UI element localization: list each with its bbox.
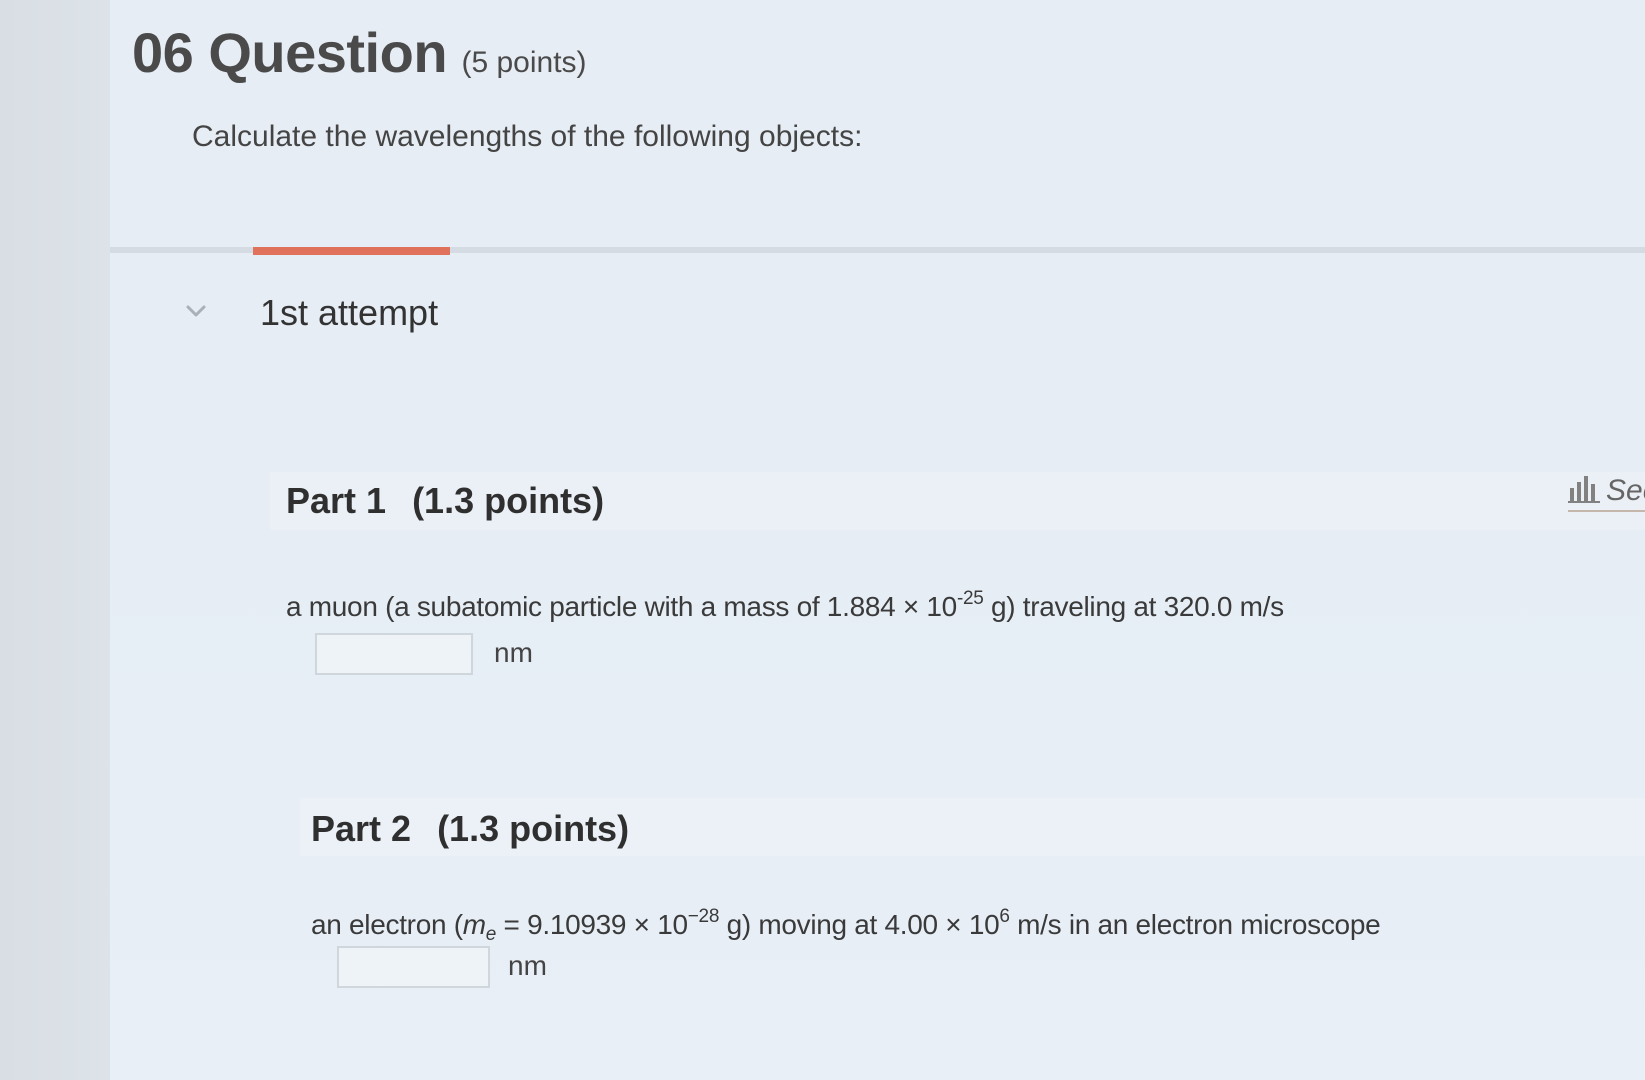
part-1-points: (1.3 points): [412, 480, 605, 521]
part-2-subscript: e: [485, 924, 497, 945]
part-2-unit: nm: [508, 950, 547, 981]
part-2-label: Part 2: [311, 808, 412, 849]
part-1-title: Part 1 (1.3 points): [286, 480, 604, 522]
part-2-points: (1.3 points): [437, 808, 630, 849]
part-1-exponent: -25: [956, 588, 984, 609]
part-1-unit: nm: [494, 637, 533, 668]
part-1-answer-input[interactable]: [315, 633, 473, 675]
chevron-down-icon[interactable]: [185, 300, 207, 322]
part-2-title: Part 2 (1.3 points): [311, 808, 629, 850]
attempt-label[interactable]: 1st attempt: [260, 292, 438, 334]
question-header: 06 Question (5 points): [132, 20, 587, 85]
part-1-text-post: g) traveling at 320.0 m/s: [983, 591, 1284, 622]
part-2-symbol: m: [462, 909, 486, 940]
part-2-text-post: m/s in an electron microscope: [1009, 909, 1381, 940]
part-2-exponent: −28: [687, 906, 720, 927]
part-2-text-pre: an electron (: [311, 909, 463, 940]
question-prompt: Calculate the wavelengths of the followi…: [192, 120, 863, 153]
attempt-tab-indicator: [253, 247, 450, 255]
part-1-label: Part 1: [286, 480, 387, 521]
part-2-text-mid: = 9.10939 × 10: [496, 909, 689, 940]
part-1-question-text: a muon (a subatomic particle with a mass…: [286, 588, 1284, 623]
part-1-text-pre: a muon (a subatomic particle with a mass…: [286, 591, 957, 622]
part-2-exponent2: 6: [999, 906, 1010, 927]
part-2-text-mid2: g) moving at 4.00 × 10: [719, 909, 1000, 940]
part-2-answer-input[interactable]: [337, 946, 490, 988]
part-2-question-text: an electron (me = 9.10939 × 10−28 g) mov…: [311, 906, 1381, 944]
question-points: (5 points): [461, 46, 587, 79]
question-title: 06 Question: [132, 21, 448, 84]
